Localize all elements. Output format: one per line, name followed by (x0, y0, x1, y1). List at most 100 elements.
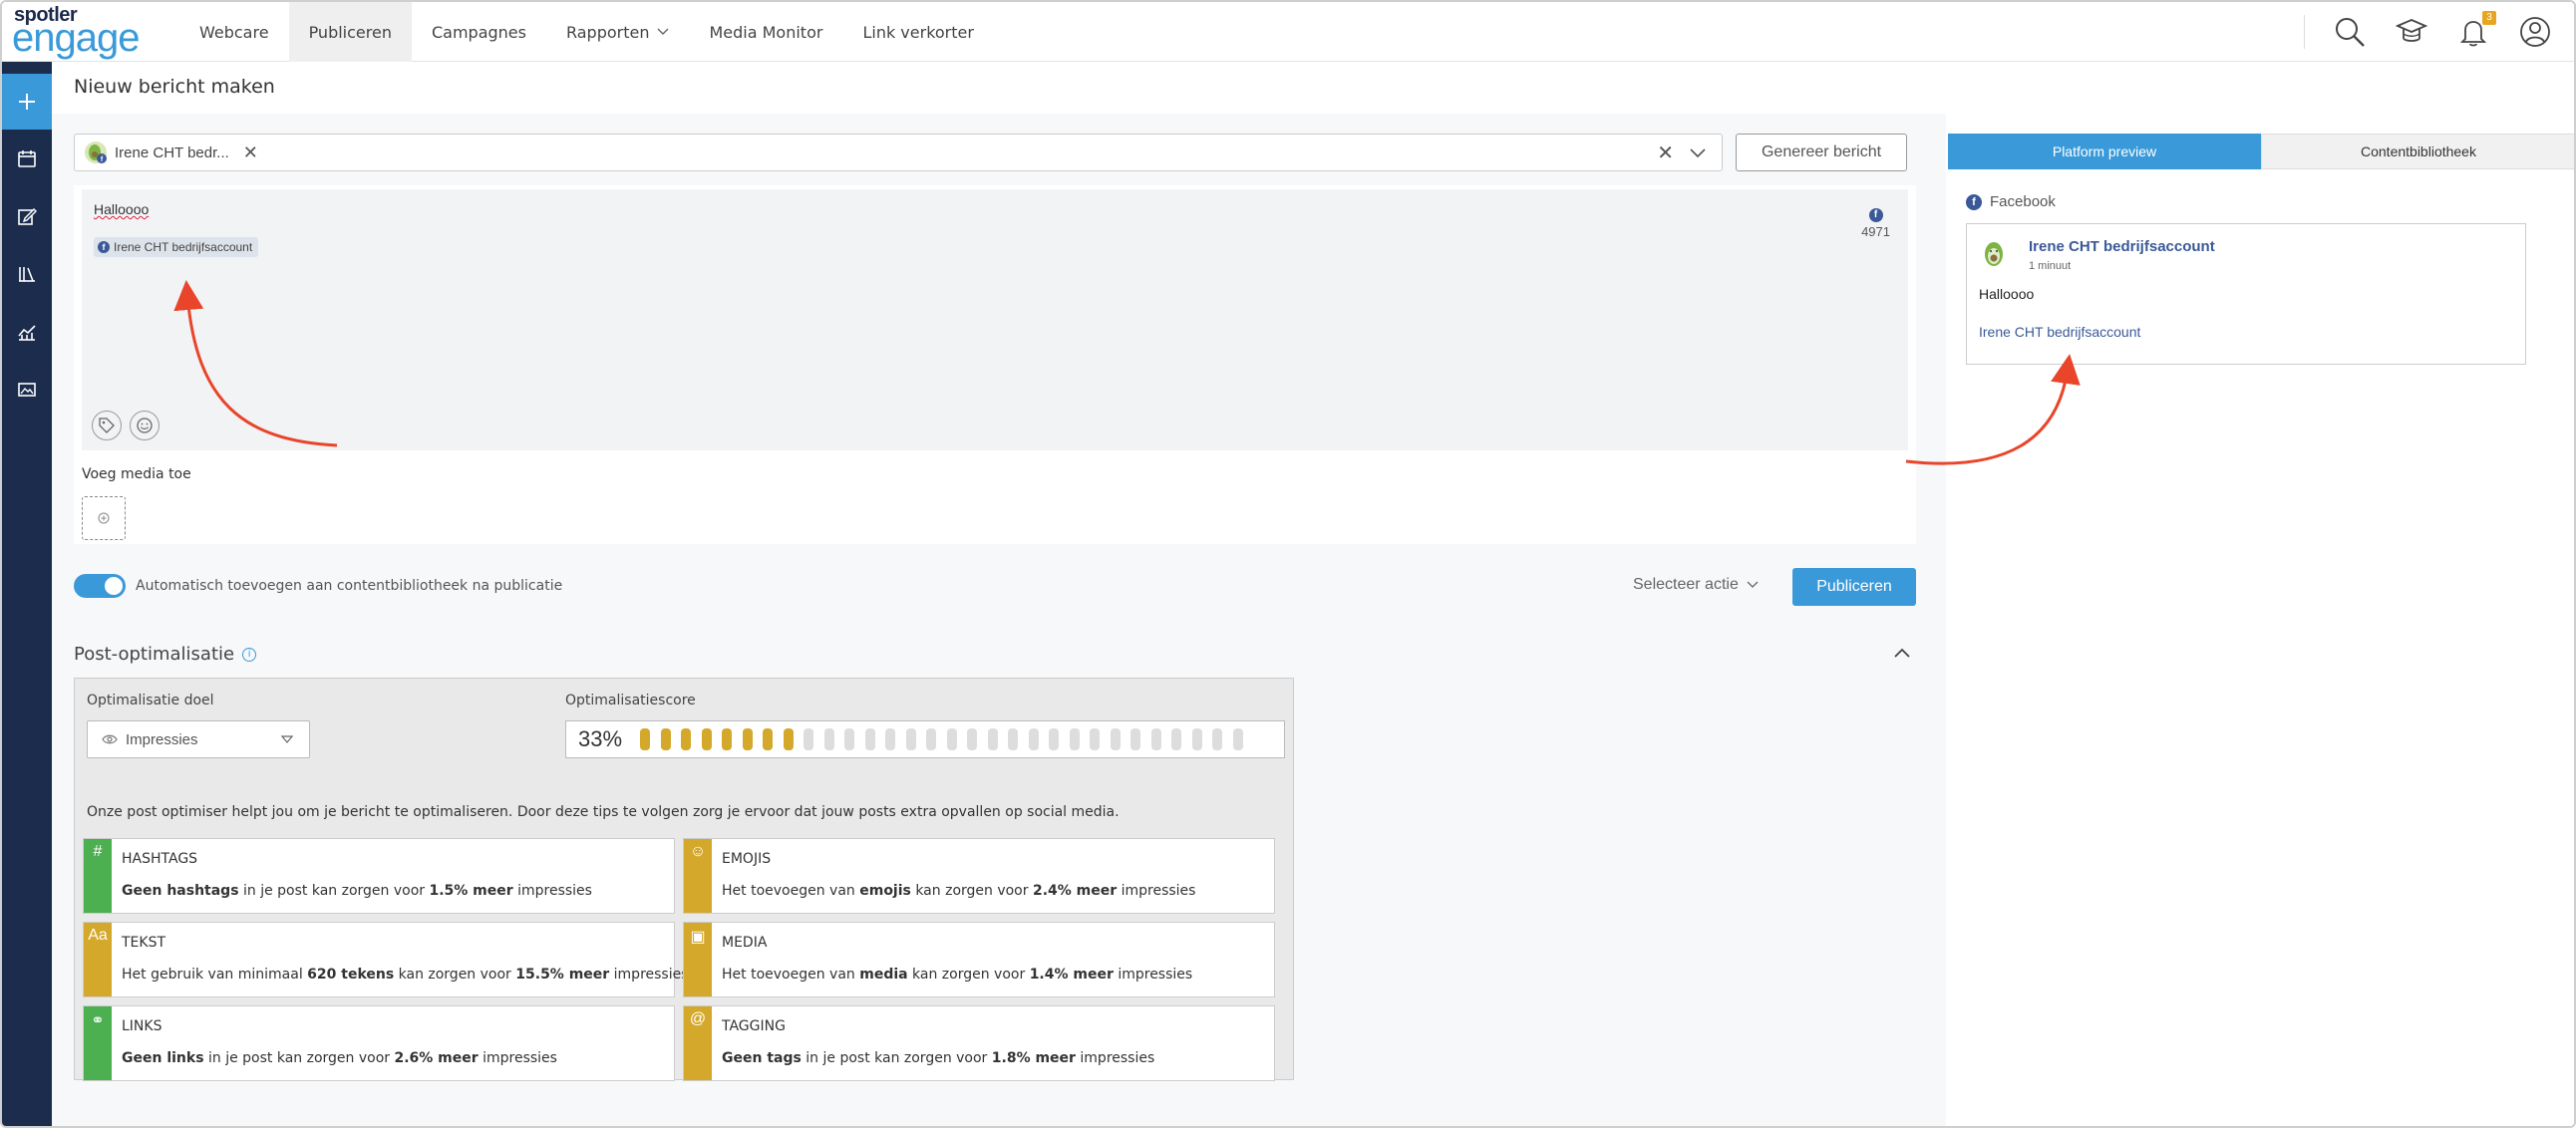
tip-hashtags-icon: # (84, 839, 112, 913)
score-segment (926, 728, 936, 750)
tag-icon (99, 418, 115, 433)
eye-icon (102, 734, 118, 744)
chevron-down-icon[interactable] (1688, 142, 1708, 162)
score-label: Optimalisatiescore (565, 693, 696, 708)
divider (2304, 15, 2305, 49)
edit-icon (18, 208, 37, 225)
score-bar (640, 728, 1243, 750)
tab-contentbibliotheek[interactable]: Contentbibliotheek (2261, 134, 2574, 169)
score-segment (640, 728, 650, 750)
account-selector[interactable]: f Irene CHT bedr... ✕ ✕ (74, 134, 1723, 171)
sidebar-item-analytics[interactable] (2, 303, 52, 361)
facebook-icon: f (1868, 207, 1883, 222)
facebook-icon: f (98, 241, 110, 253)
nav-rapporten[interactable]: Rapporten (546, 2, 690, 62)
score-segment (987, 728, 998, 750)
academy-icon[interactable] (2395, 15, 2428, 49)
facebook-post-preview: Irene CHT bedrijfsaccount 1 minuut Hallo… (1966, 223, 2526, 365)
tip-title: EMOJIS (722, 851, 772, 867)
score-segment (701, 728, 712, 750)
score-segment (742, 728, 753, 750)
score-segment (1130, 728, 1140, 750)
notifications-button[interactable]: 3 (2456, 11, 2496, 49)
publish-button[interactable]: Publiceren (1792, 568, 1916, 606)
tip-title: HASHTAGS (122, 851, 198, 867)
optimisation-panel: Optimalisatie doel Impressies Optimalisa… (74, 678, 1294, 1081)
nav-link-verkorter[interactable]: Link verkorter (842, 2, 994, 62)
tip-tagging-icon: @ (684, 1006, 712, 1080)
sidebar-item-calendar[interactable] (2, 130, 52, 187)
add-media-button[interactable] (82, 496, 126, 540)
remove-account-icon[interactable]: ✕ (243, 142, 258, 163)
spotler-engage-logo[interactable]: spotler engage (12, 4, 152, 60)
score-percentage: 33% (578, 726, 623, 751)
emoji-icon (137, 418, 153, 433)
nav-campagnes[interactable]: Campagnes (412, 2, 546, 62)
sidebar-item-library[interactable] (2, 245, 52, 303)
goal-select[interactable]: Impressies (87, 720, 310, 758)
tab-platform-preview[interactable]: Platform preview (1948, 134, 2261, 169)
select-action-dropdown[interactable]: Selecteer actie (1633, 576, 1759, 594)
top-icons: 3 (2304, 2, 2552, 62)
sidebar (2, 62, 52, 1126)
score-segment (1191, 728, 1202, 750)
emoji-button[interactable] (130, 411, 160, 440)
tip-card-hashtags: # HASHTAGS Geen hashtags in je post kan zo… (83, 838, 675, 914)
sidebar-item-compose[interactable] (2, 187, 52, 245)
tip-description: Geen tags in je post kan zorgen voor 1.8… (722, 1050, 1155, 1066)
library-icon (19, 267, 35, 282)
preview-message: Halloooo (1979, 286, 2035, 302)
logo-text-engage: engage (12, 16, 140, 60)
page-header: Nieuw bericht maken (52, 62, 2574, 114)
goal-value: Impressies (126, 730, 198, 748)
score-segment (946, 728, 957, 750)
user-icon[interactable] (2518, 15, 2552, 49)
chevron-up-icon[interactable] (1892, 646, 1912, 660)
generate-message-button[interactable]: Genereer bericht (1736, 134, 1907, 171)
score-segment (722, 728, 732, 750)
search-icon[interactable] (2333, 15, 2367, 49)
plus-icon (19, 94, 35, 110)
analytics-icon (18, 325, 36, 341)
optimisation-description: Onze post optimiser helpt jou om je beri… (87, 804, 1120, 820)
preview-panel: Platform preview Contentbibliotheek f Fa… (1946, 114, 2574, 1126)
create-new-button[interactable] (2, 74, 52, 130)
nav-webcare[interactable]: Webcare (179, 2, 289, 62)
clear-selection-icon[interactable]: ✕ (1657, 141, 1674, 165)
tip-links-icon: ⚭ (84, 1006, 112, 1080)
image-icon (18, 383, 36, 397)
auto-add-toggle[interactable] (74, 574, 126, 598)
tip-card-media: ▣ MEDIA Het toevoegen van media kan zorgen… (683, 922, 1275, 997)
tip-title: MEDIA (722, 935, 768, 951)
page-title: Nieuw bericht maken (74, 76, 275, 98)
score-segment (1171, 728, 1181, 750)
tip-title: TAGGING (722, 1018, 786, 1034)
info-icon[interactable]: i (242, 647, 257, 662)
nav-publiceren[interactable]: Publiceren (288, 2, 412, 62)
auto-add-label: Automatisch toevoegen aan contentbibliot… (136, 578, 563, 594)
preview-mention-link[interactable]: Irene CHT bedrijfsaccount (1979, 324, 2140, 340)
auto-add-row: Automatisch toevoegen aan contentbibliot… (74, 574, 562, 598)
preview-account-name: Irene CHT bedrijfsaccount (2029, 238, 2215, 255)
tip-description: Het gebruik van minimaal 620 tekens kan … (122, 967, 689, 983)
sidebar-item-media[interactable] (2, 361, 52, 419)
post-optimisation-heading[interactable]: Post-optimalisatie i (74, 644, 257, 665)
calendar-icon (18, 150, 36, 167)
triangle-down-icon (281, 735, 293, 743)
tag-button[interactable] (92, 411, 122, 440)
score-segment (905, 728, 916, 750)
score-segment (1150, 728, 1161, 750)
mention-tag[interactable]: f Irene CHT bedrijfsaccount (94, 237, 259, 257)
nav-media-monitor[interactable]: Media Monitor (689, 2, 842, 62)
preview-tabs: Platform preview Contentbibliotheek (1948, 134, 2574, 169)
notification-badge: 3 (2482, 11, 2496, 25)
tip-description: Geen links in je post kan zorgen voor 2.… (122, 1050, 557, 1066)
preview-timestamp: 1 minuut (2029, 260, 2072, 272)
message-editor[interactable]: Halloooo f Irene CHT bedrijfsaccount f 4… (82, 189, 1908, 450)
score-segment (823, 728, 834, 750)
top-navigation-bar: spotler engage Webcare Publiceren Campag… (2, 2, 2574, 62)
message-text[interactable]: Halloooo (94, 201, 149, 217)
tip-title: LINKS (122, 1018, 162, 1034)
tip-description: Geen hashtags in je post kan zorgen voor… (122, 883, 592, 899)
score-segment (885, 728, 895, 750)
